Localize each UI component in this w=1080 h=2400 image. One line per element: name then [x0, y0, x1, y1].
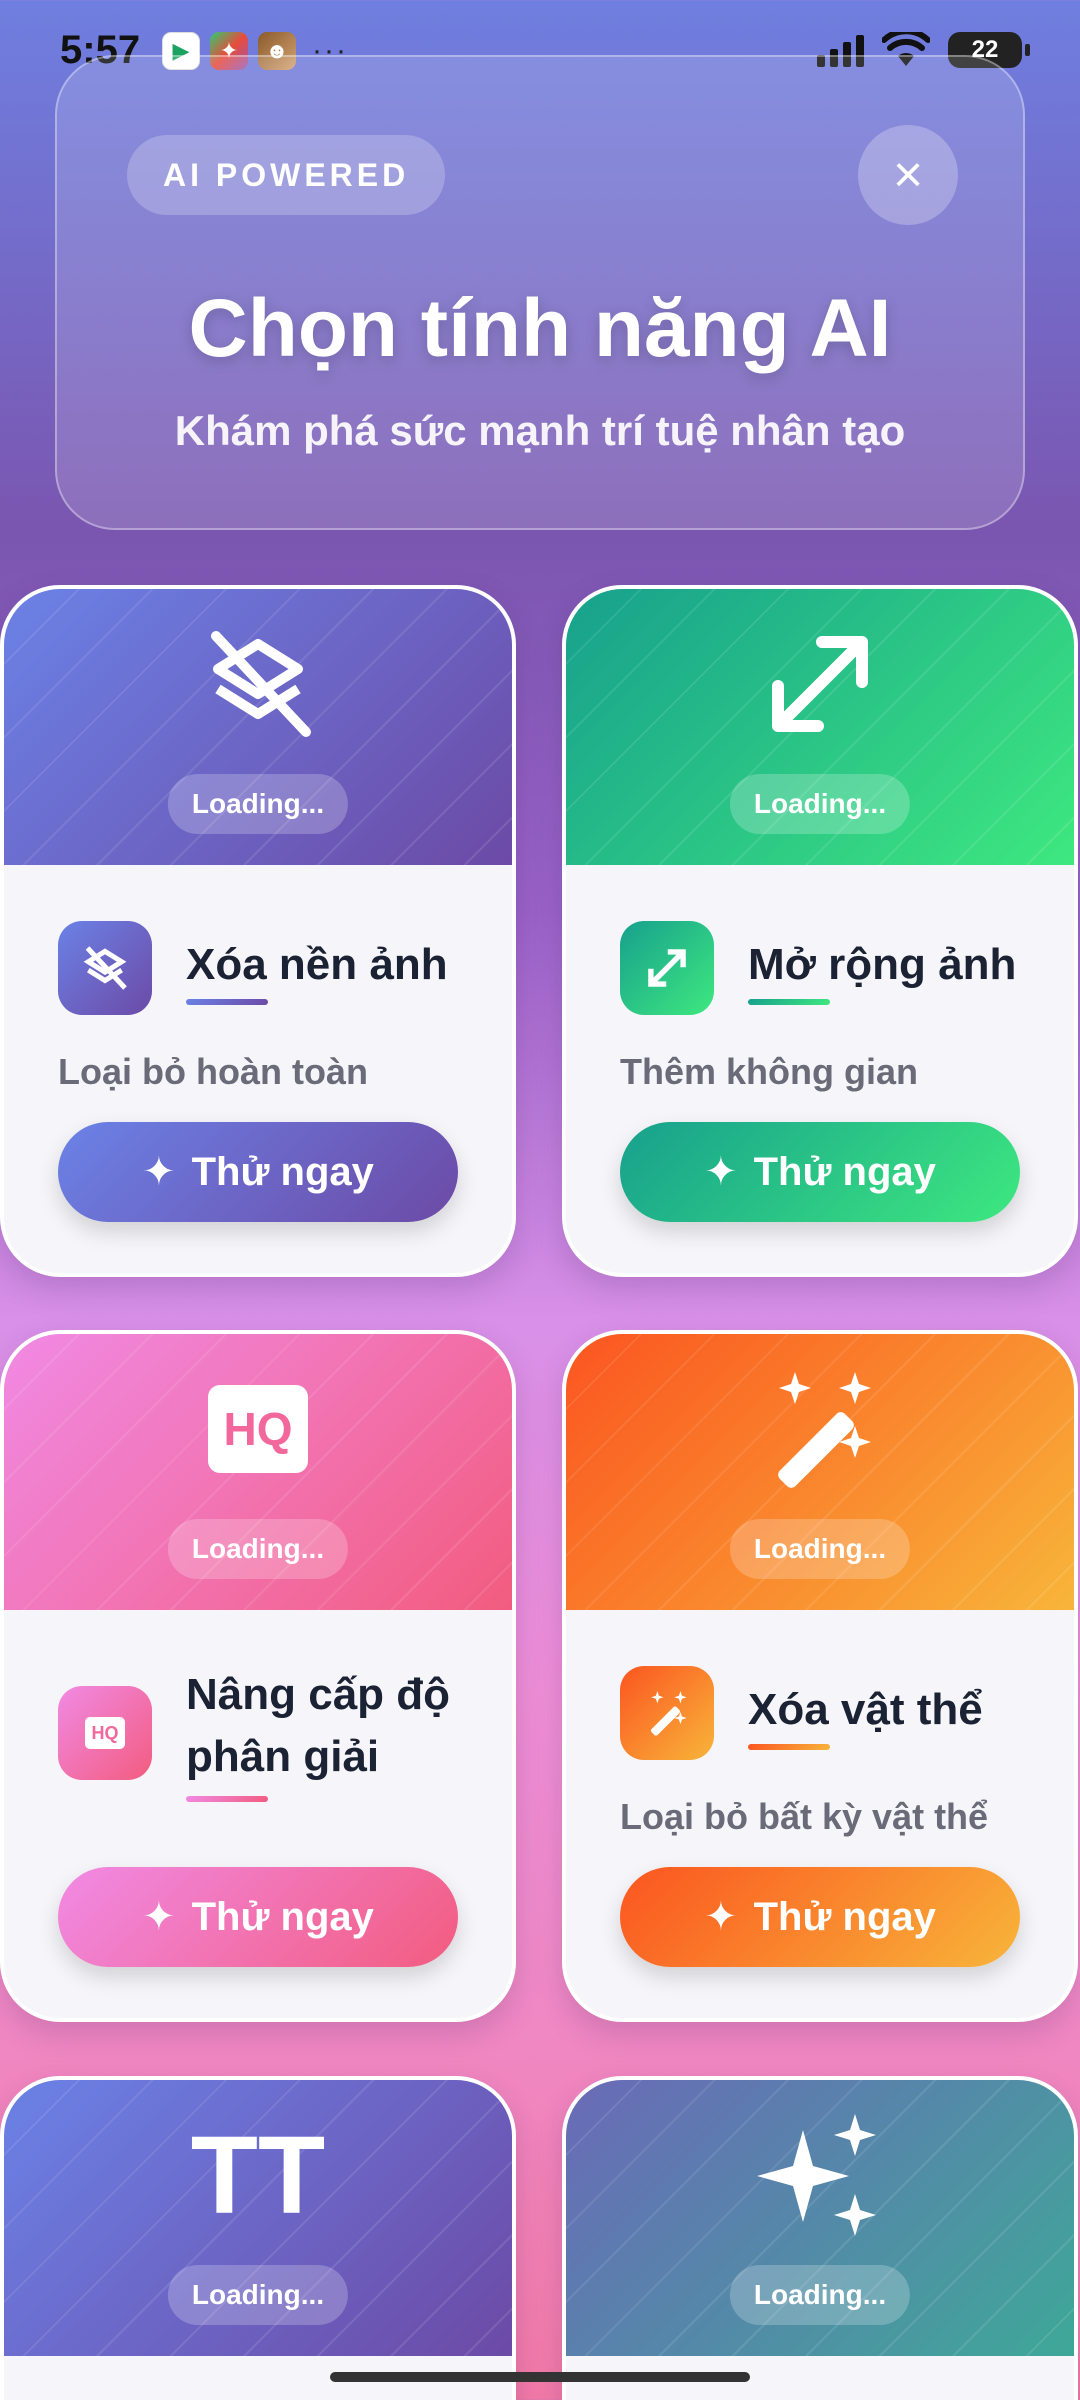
try-now-button[interactable]: ✦ Thử ngay: [58, 1867, 458, 1967]
sparkle-icon: ✦: [142, 1895, 176, 1939]
title-underline: [748, 1744, 830, 1750]
sparkle-icon: ✦: [704, 1895, 738, 1939]
button-label: Thử ngay: [753, 1894, 936, 1939]
close-button[interactable]: ×: [858, 125, 958, 225]
loading-label: Loading...: [167, 2265, 349, 2325]
loading-label: Loading...: [167, 774, 349, 834]
card-banner: Loading...: [566, 589, 1074, 865]
header-card: AI POWERED × Chọn tính năng AI Khám phá …: [55, 55, 1025, 530]
expand-icon: [566, 619, 1074, 749]
hq-icon: HQ: [58, 1686, 152, 1780]
try-now-button[interactable]: ✦ Thử ngay: [58, 1122, 458, 1222]
loading-label: Loading...: [729, 774, 911, 834]
feature-title: Mở rộng ảnh: [748, 940, 1017, 989]
card-banner: HQ Loading...: [4, 1334, 512, 1610]
feature-card-text[interactable]: TT Loading...: [0, 2076, 516, 2400]
button-label: Thử ngay: [191, 1894, 374, 1939]
loading-label: Loading...: [167, 1519, 349, 1579]
sparkle-icon: ✦: [142, 1150, 176, 1194]
feature-description: Loại bỏ bất kỳ vật thể: [620, 1796, 989, 1837]
loading-label: Loading...: [729, 1519, 911, 1579]
layers-off-icon: [58, 921, 152, 1015]
sparkles-icon: [566, 2110, 1074, 2240]
card-banner: TT Loading...: [4, 2080, 512, 2356]
layers-off-icon: [4, 619, 512, 749]
feature-card-upscale[interactable]: HQ Loading... HQ Nâng cấp độ phân giải ✦…: [0, 1330, 516, 2022]
home-indicator[interactable]: [330, 2372, 750, 2382]
loading-label: Loading...: [729, 2265, 911, 2325]
feature-card-remove-background[interactable]: Loading... Xóa nền ảnh Loại bỏ hoàn toàn…: [0, 585, 516, 1277]
expand-icon: [620, 921, 714, 1015]
feature-title: Xóa nền ảnh: [186, 940, 448, 989]
card-banner: Loading...: [566, 1334, 1074, 1610]
button-label: Thử ngay: [753, 1149, 936, 1194]
card-banner: Loading...: [566, 2080, 1074, 2356]
sparkle-icon: ✦: [704, 1150, 738, 1194]
feature-card-expand-image[interactable]: Loading... Mở rộng ảnh Thêm không gian ✦…: [562, 585, 1078, 1277]
feature-card-enhance[interactable]: Loading...: [562, 2076, 1078, 2400]
close-icon: ×: [892, 146, 924, 204]
button-label: Thử ngay: [191, 1149, 374, 1194]
ai-powered-badge: AI POWERED: [127, 135, 446, 215]
feature-title: Nâng cấp độ phân giải: [186, 1670, 451, 1781]
feature-description: Loại bỏ hoàn toàn: [58, 1051, 368, 1092]
hq-icon: HQ: [4, 1364, 512, 1494]
feature-description: Thêm không gian: [620, 1051, 919, 1092]
magic-wand-icon: [566, 1364, 1074, 1494]
try-now-button[interactable]: ✦ Thử ngay: [620, 1122, 1020, 1222]
title-underline: [186, 999, 268, 1005]
text-size-icon: TT: [190, 2113, 326, 2237]
title-underline: [748, 999, 830, 1005]
feature-title: Xóa vật thể: [748, 1685, 983, 1734]
page-title: Chọn tính năng AI: [188, 283, 892, 374]
try-now-button[interactable]: ✦ Thử ngay: [620, 1867, 1020, 1967]
card-banner: Loading...: [4, 589, 512, 865]
feature-card-remove-object[interactable]: Loading... Xóa vật thể Loại bỏ bất kỳ vậ…: [562, 1330, 1078, 2022]
title-underline: [186, 1796, 268, 1802]
page-subtitle: Khám phá sức mạnh trí tuệ nhân tạo: [174, 407, 906, 454]
magic-wand-icon: [620, 1666, 714, 1760]
